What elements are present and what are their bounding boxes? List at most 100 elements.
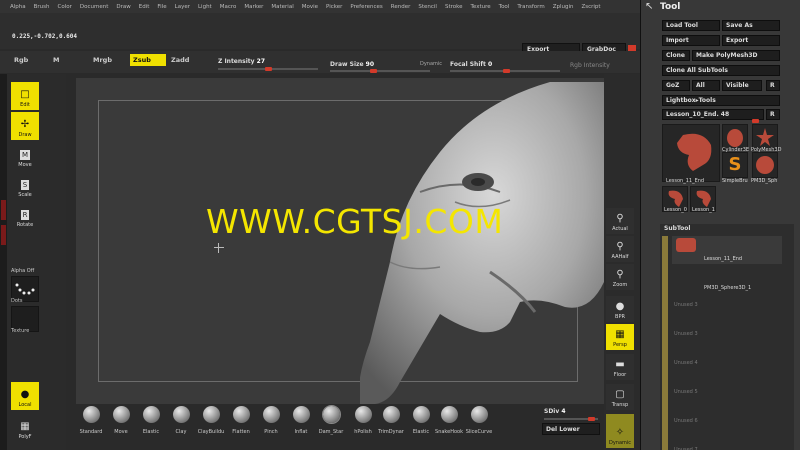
subtool-item[interactable]: Unused 3: [672, 323, 782, 351]
goz-button[interactable]: GoZ: [662, 80, 690, 91]
subtool-item[interactable]: Unused 6: [672, 410, 782, 438]
dynamic-button[interactable]: ✧ Dynamic: [606, 414, 634, 448]
draw-size-track[interactable]: [330, 70, 430, 72]
menu-light[interactable]: Light: [198, 4, 212, 10]
tool-thumb-lesson11[interactable]: [662, 124, 720, 182]
palette-pin-icon[interactable]: ↖: [645, 1, 653, 12]
subtool-item[interactable]: Lesson_11_End: [672, 236, 782, 264]
brush-7[interactable]: Inflat: [288, 406, 314, 435]
left-tray-handle-top[interactable]: [1, 200, 6, 220]
brush-3[interactable]: Clay: [168, 406, 194, 435]
rotate-button[interactable]: R Rotate: [11, 202, 39, 230]
zsub-mode[interactable]: Zsub: [130, 54, 166, 66]
menu-marker[interactable]: Marker: [244, 4, 263, 10]
menu-edit[interactable]: Edit: [139, 4, 150, 10]
clone-button[interactable]: Clone: [662, 50, 690, 61]
subtool-item[interactable]: Unused 7: [672, 439, 782, 450]
menu-render[interactable]: Render: [391, 4, 411, 10]
lightbox-tools-button[interactable]: Lightbox▸Tools: [662, 95, 780, 106]
menu-brush[interactable]: Brush: [34, 4, 50, 10]
goz-all-button[interactable]: All: [692, 80, 720, 91]
brush-10[interactable]: TrimDynar: [378, 406, 404, 435]
menu-preferences[interactable]: Preferences: [350, 4, 382, 10]
load-tool-button[interactable]: Load Tool: [662, 20, 720, 31]
subtool-item[interactable]: PM3D_Sphere3D_1: [672, 265, 782, 293]
bpr-button[interactable]: ● BPR: [606, 296, 634, 322]
z-intensity-slider[interactable]: Z Intensity 27: [218, 58, 265, 65]
menu-draw[interactable]: Draw: [116, 4, 130, 10]
brush-9[interactable]: hPolish: [350, 406, 376, 435]
draw-size-slider[interactable]: Draw Size 90: [330, 61, 374, 68]
del-lower-button[interactable]: Del Lower: [542, 423, 600, 435]
current-tool-slider[interactable]: Lesson_10_End. 48: [662, 109, 764, 120]
menu-material[interactable]: Material: [271, 4, 293, 10]
brush-0[interactable]: Standard: [78, 406, 104, 435]
menu-stencil[interactable]: Stencil: [418, 4, 437, 10]
transp-button[interactable]: ▢ Transp: [606, 384, 634, 410]
save-as-button[interactable]: Save As: [722, 20, 780, 31]
current-tool-knob[interactable]: [752, 119, 759, 123]
sdiv-knob[interactable]: [588, 417, 595, 421]
menu-document[interactable]: Document: [80, 4, 109, 10]
clone-all-subtools-button[interactable]: Clone All SubTools: [662, 65, 780, 76]
tool-export-button[interactable]: Export: [722, 35, 780, 46]
menu-color[interactable]: Color: [58, 4, 72, 10]
dynamic-toggle[interactable]: Dynamic: [420, 61, 442, 67]
menu-zplugin[interactable]: Zplugin: [553, 4, 574, 10]
subtool-scrollbar[interactable]: [662, 236, 668, 450]
menu-file[interactable]: File: [157, 4, 166, 10]
brush-5[interactable]: Flatten: [228, 406, 254, 435]
goz-r-button[interactable]: R: [766, 80, 780, 91]
aahalf-button[interactable]: ⚲ AAHalf: [606, 236, 634, 262]
edit-button[interactable]: □ Edit: [11, 82, 39, 110]
left-tray-handle-bottom[interactable]: [1, 225, 6, 245]
make-polymesh-button[interactable]: Make PolyMesh3D: [692, 50, 780, 61]
subtool-item[interactable]: Unused 5: [672, 381, 782, 409]
brush-13[interactable]: SliceCurve: [466, 406, 492, 435]
menu-alpha[interactable]: Alpha: [10, 4, 26, 10]
zoom-button[interactable]: ⚲ Zoom: [606, 264, 634, 290]
menu-transform[interactable]: Transform: [517, 4, 544, 10]
brush-6[interactable]: Pinch: [258, 406, 284, 435]
brush-12[interactable]: SnakeHook: [435, 406, 463, 435]
import-button[interactable]: Import: [662, 35, 720, 46]
elephant-sculpt-model[interactable]: [360, 82, 604, 404]
scale-button[interactable]: S Scale: [11, 172, 39, 200]
focal-shift-slider[interactable]: Focal Shift 0: [450, 61, 492, 68]
z-intensity-knob[interactable]: [265, 67, 272, 71]
brush-8[interactable]: Dam_Star: [318, 405, 344, 435]
focal-shift-knob[interactable]: [503, 69, 510, 73]
mrgb-mode[interactable]: Mrgb: [90, 54, 126, 66]
local-button[interactable]: ● Local: [11, 382, 39, 410]
menu-movie[interactable]: Movie: [302, 4, 318, 10]
menu-stroke[interactable]: Stroke: [445, 4, 463, 10]
rgb-mode[interactable]: Rgb: [11, 54, 41, 66]
menu-texture[interactable]: Texture: [471, 4, 491, 10]
menu-picker[interactable]: Picker: [326, 4, 342, 10]
tool-thumb-simplebrush[interactable]: S: [722, 152, 748, 178]
left-tray-divider[interactable]: [0, 74, 7, 450]
zadd-mode[interactable]: Zadd: [168, 54, 204, 66]
menu-tool[interactable]: Tool: [499, 4, 510, 10]
menu-zscript[interactable]: Zscript: [581, 4, 600, 10]
m-mode[interactable]: M: [50, 54, 74, 66]
subtool-item[interactable]: Unused 3: [672, 294, 782, 322]
polyf-button[interactable]: ▦ PolyF: [11, 414, 39, 442]
goz-visible-button[interactable]: Visible: [722, 80, 762, 91]
menu-macro[interactable]: Macro: [220, 4, 237, 10]
floor-button[interactable]: ▬ Floor: [606, 354, 634, 380]
move-button[interactable]: M Move: [11, 142, 39, 170]
brush-11[interactable]: Elastic: [408, 406, 434, 435]
brush-4[interactable]: ClayBuildu: [198, 406, 224, 435]
tool-thumb-pm3dsphere[interactable]: [752, 152, 778, 178]
brush-1[interactable]: Move: [108, 406, 134, 435]
sdiv-slider[interactable]: SDiv 4: [544, 408, 566, 415]
brush-2[interactable]: Elastic: [138, 406, 164, 435]
subtool-item[interactable]: Unused 4: [672, 352, 782, 380]
actual-button[interactable]: ⚲ Actual: [606, 208, 634, 234]
draw-size-knob[interactable]: [370, 69, 377, 73]
current-tool-r-button[interactable]: R: [766, 109, 780, 120]
persp-button[interactable]: ▦ Persp: [606, 324, 634, 350]
menu-layer[interactable]: Layer: [175, 4, 190, 10]
rgb-intensity-slider[interactable]: Rgb Intensity: [570, 62, 610, 69]
